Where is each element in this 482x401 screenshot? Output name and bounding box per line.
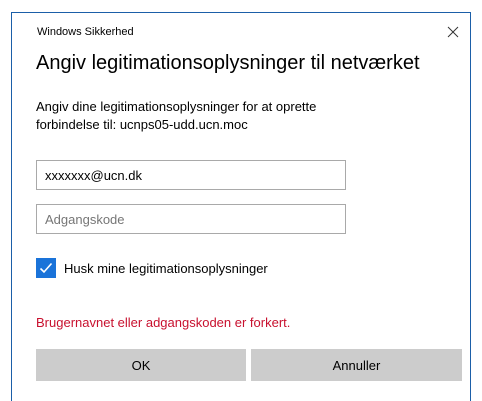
checkmark-icon bbox=[39, 262, 53, 274]
window-title: Windows Sikkerhed bbox=[37, 26, 134, 38]
remember-label: Husk mine legitimationsoplysninger bbox=[64, 260, 268, 276]
close-icon bbox=[447, 26, 459, 38]
description-line-2: forbindelse til: ucnps05-udd.ucn.moc bbox=[36, 117, 248, 132]
cancel-button[interactable]: Annuller bbox=[251, 349, 462, 381]
username-field[interactable] bbox=[36, 160, 346, 190]
title-bar: Windows Sikkerhed bbox=[12, 13, 470, 47]
credentials-dialog: Windows Sikkerhed Angiv legitimationsopl… bbox=[11, 12, 471, 401]
checkbox-box[interactable] bbox=[36, 258, 56, 278]
cancel-button-label: Annuller bbox=[332, 357, 381, 373]
dialog-heading: Angiv legitimationsoplysninger til netvæ… bbox=[36, 52, 420, 74]
remember-credentials-checkbox[interactable]: Husk mine legitimationsoplysninger bbox=[36, 257, 268, 279]
error-message: Brugernavnet eller adgangskoden er forke… bbox=[36, 315, 291, 330]
description-line-1: Angiv dine legitimationsoplysninger for … bbox=[36, 99, 317, 114]
ok-button[interactable]: OK bbox=[36, 349, 246, 381]
dialog-description: Angiv dine legitimationsoplysninger for … bbox=[36, 98, 446, 134]
password-field[interactable] bbox=[36, 204, 346, 234]
close-button[interactable] bbox=[440, 19, 466, 45]
ok-button-label: OK bbox=[131, 357, 151, 373]
